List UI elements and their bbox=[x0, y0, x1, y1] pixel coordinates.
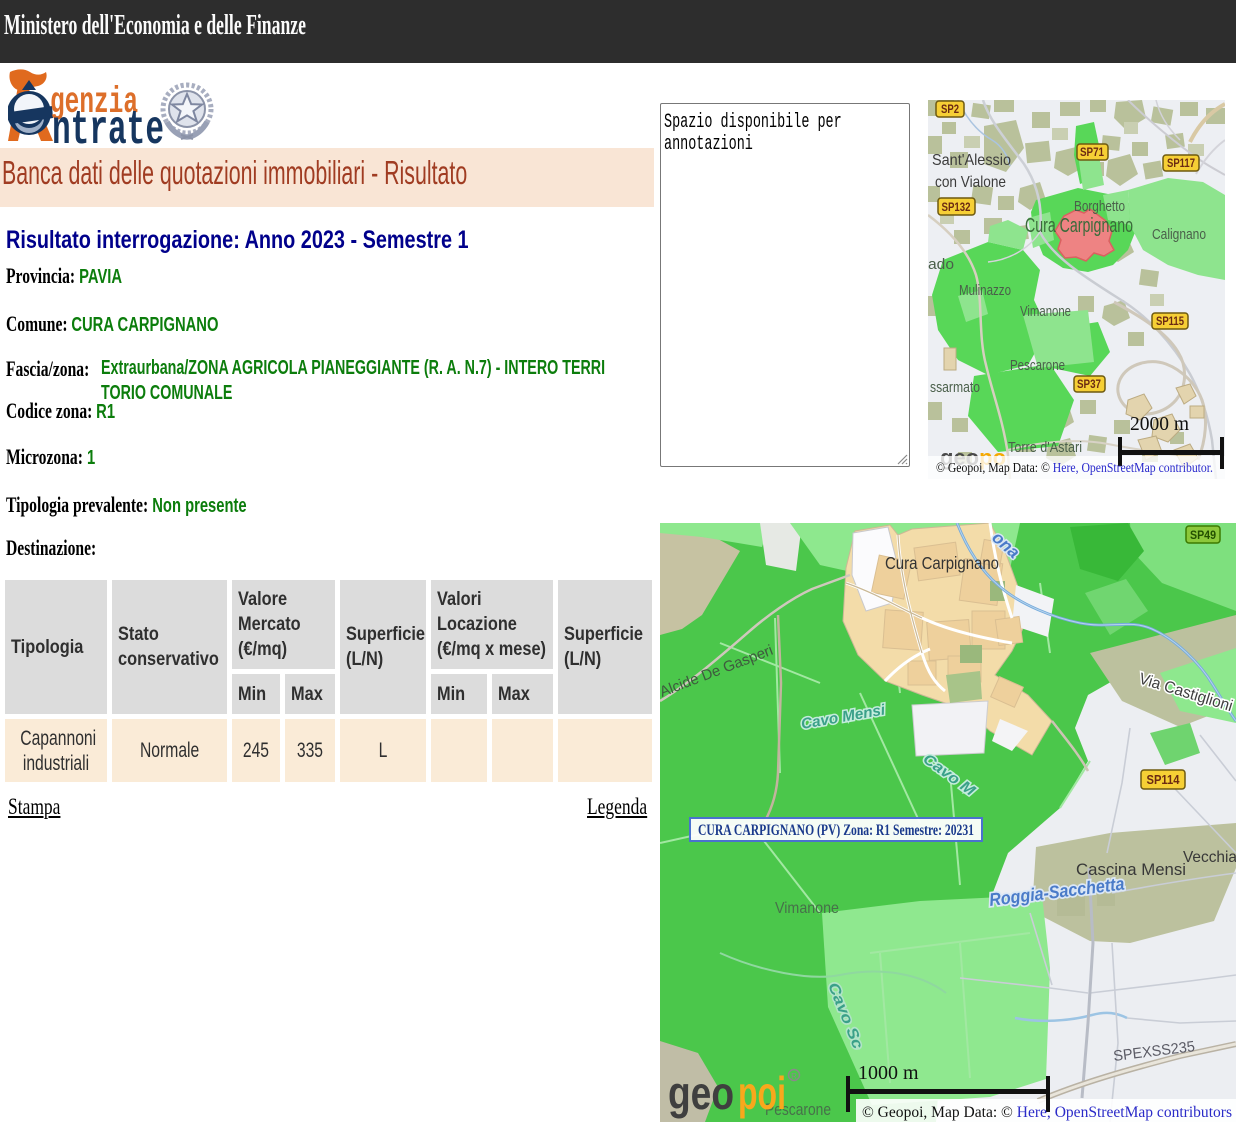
svg-text:SP115: SP115 bbox=[1156, 314, 1184, 328]
svg-text:Sant'Alessio: Sant'Alessio bbox=[932, 152, 1011, 169]
svg-text:Pescarone: Pescarone bbox=[1010, 357, 1065, 374]
svg-text:1000 m: 1000 m bbox=[858, 1062, 919, 1084]
svg-text:SP114: SP114 bbox=[1147, 772, 1181, 787]
svg-text:Vimanone: Vimanone bbox=[775, 900, 839, 917]
svg-text:SP117: SP117 bbox=[1167, 156, 1195, 170]
svg-text:geo: geo bbox=[668, 1067, 734, 1119]
svg-text:Vecchia: Vecchia bbox=[1183, 849, 1236, 866]
svg-text:poi: poi bbox=[738, 1067, 786, 1119]
svg-text:SP37: SP37 bbox=[1077, 377, 1101, 391]
svg-text:SP2: SP2 bbox=[941, 102, 959, 116]
svg-text:SP71: SP71 bbox=[1080, 145, 1104, 159]
svg-text:SP49: SP49 bbox=[1190, 528, 1216, 542]
svg-text:con Vialone: con Vialone bbox=[935, 174, 1006, 191]
svg-text:R: R bbox=[791, 1072, 797, 1081]
svg-text:SP132: SP132 bbox=[942, 200, 971, 214]
svg-text:Torre d'Astari: Torre d'Astari bbox=[1008, 439, 1082, 456]
svg-text:Calignano: Calignano bbox=[1152, 226, 1206, 243]
svg-text:Vimanone: Vimanone bbox=[1020, 303, 1071, 320]
svg-text:Cascina Mensi: Cascina Mensi bbox=[1076, 861, 1186, 879]
svg-text:2000 m: 2000 m bbox=[1130, 414, 1189, 435]
svg-text:Mulinazzo: Mulinazzo bbox=[959, 282, 1011, 299]
svg-text:ntrate: ntrate bbox=[52, 104, 164, 148]
svg-text:Borghetto: Borghetto bbox=[1074, 198, 1125, 215]
svg-text:ado: ado bbox=[928, 256, 954, 273]
svg-text:© Geopoi, Map Data: © Here, Op: © Geopoi, Map Data: © Here, OpenStreetMa… bbox=[862, 1104, 1232, 1121]
svg-text:CURA CARPIGNANO (PV) Zona: R1: CURA CARPIGNANO (PV) Zona: R1 Semestre: … bbox=[698, 822, 974, 839]
svg-text:© Geopoi, Map Data: © Here, Op: © Geopoi, Map Data: © Here, OpenStreetMa… bbox=[936, 460, 1213, 475]
svg-text:Cura Carpignano: Cura Carpignano bbox=[885, 553, 999, 573]
svg-text:Cura Carpignano: Cura Carpignano bbox=[1025, 215, 1133, 237]
svg-text:ssarmato: ssarmato bbox=[930, 379, 980, 396]
